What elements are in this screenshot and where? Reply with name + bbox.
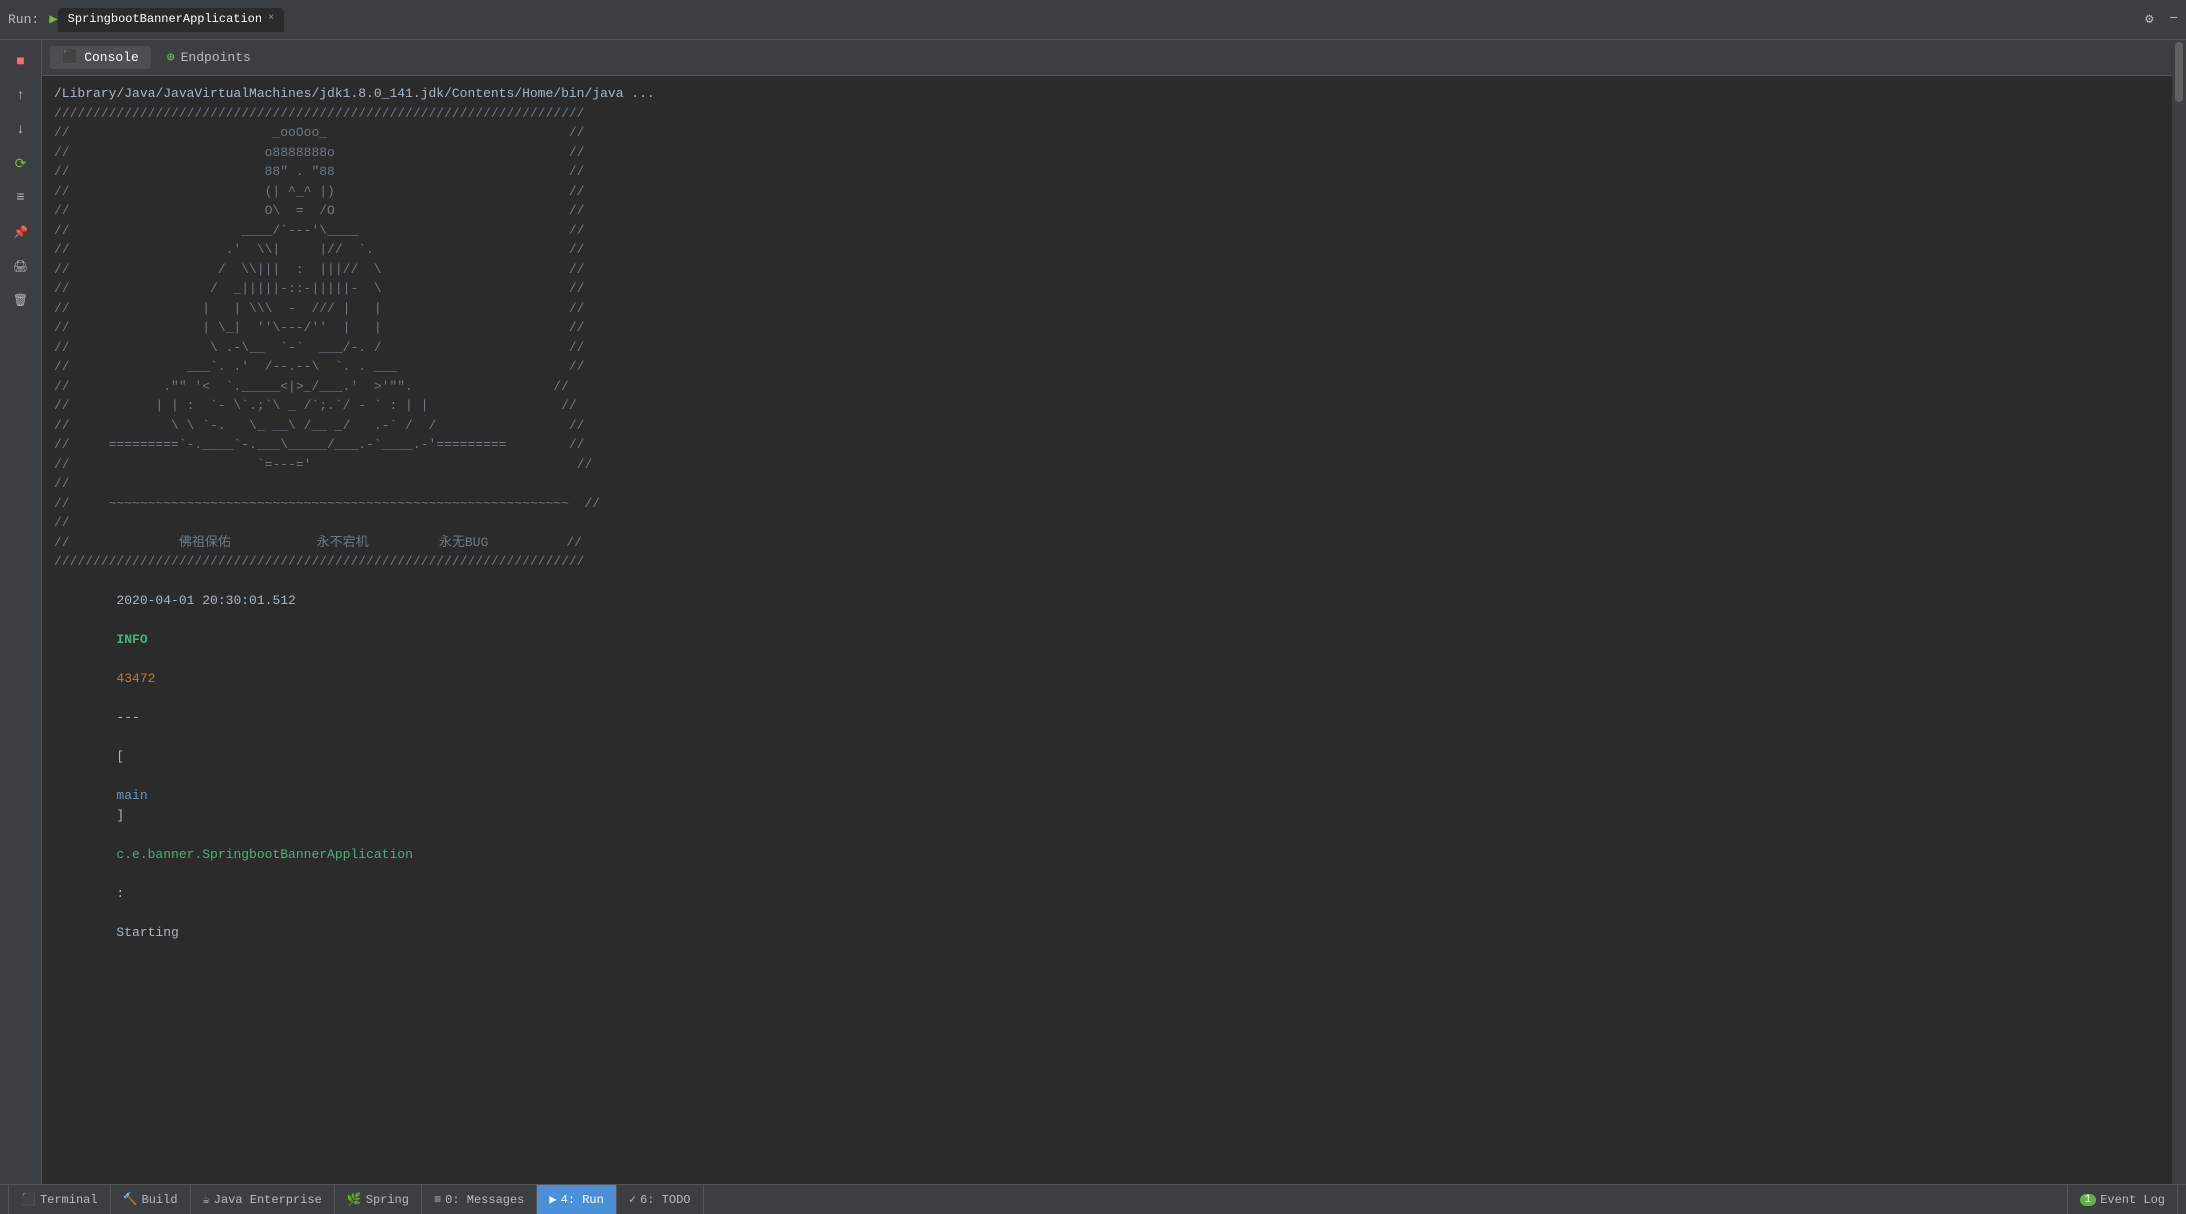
log-message: Starting [116,925,178,940]
pin-button[interactable]: 📌 [7,218,35,246]
stop-button[interactable]: ■ [7,48,35,76]
status-bar: ⬛ Terminal 🔨 Build ☕ Java Enterprise 🌿 S… [0,1184,2186,1214]
ascii-line-15: // | | : `- \`.;`\ _ /`;.`/ - ` : | | // [54,398,577,413]
event-log-label: Event Log [2100,1193,2165,1207]
log-thread: main [116,788,147,803]
ascii-line-2: // o8888888o // [54,145,585,160]
ascii-line-16: // \ \ `-. \_ __\ /__ _/ .-` / / // [54,418,585,433]
status-messages[interactable]: ≡ 0: Messages [422,1185,537,1214]
ascii-line-18: // `=---=' // [54,457,592,472]
title-bar: Run: ▶ SpringbootBannerApplication × ⚙ − [0,0,2186,40]
log-class: c.e.banner.SpringbootBannerApplication [116,847,412,862]
title-tab-close[interactable]: × [268,13,274,24]
spring-label: Spring [366,1193,409,1207]
console-output[interactable]: /Library/Java/JavaVirtualMachines/jdk1.8… [42,76,2172,1184]
log-colon: : [116,886,124,901]
log-sep: --- [116,710,139,725]
run-label: Run: [8,12,39,27]
ascii-line-19: // [54,476,70,491]
ascii-line-10: // | | \\\ - /// | | // [54,301,585,316]
ascii-line-12: // \ .-\__ `-` ___/-. / // [54,340,585,355]
todo-label: 6: TODO [640,1193,690,1207]
settings-icon[interactable]: ⚙ [2145,11,2153,28]
slash-line-end: ////////////////////////////////////////… [54,554,585,569]
ascii-line-1: // _ooOoo_ // [54,125,585,140]
tab-console[interactable]: ⬛ Console [50,46,151,69]
scroll-up-button[interactable]: ↑ [7,82,35,110]
ascii-line-8: // / \\||| : |||// \ // [54,262,585,277]
log-bracket-open: [ [116,749,124,764]
log-pid: 43472 [116,671,155,686]
ascii-line-13: // ___`. .' /--.--\ `. . ___ // [54,359,585,374]
status-event-log[interactable]: 1 Event Log [2067,1185,2178,1214]
messages-label: 0: Messages [445,1193,524,1207]
scroll-down-button[interactable]: ↓ [7,116,35,144]
status-terminal[interactable]: ⬛ Terminal [8,1185,111,1214]
tab-endpoints[interactable]: ⊕ Endpoints [155,46,263,69]
right-scrollbar[interactable] [2172,40,2186,1184]
log-level: INFO [116,632,147,647]
slash-line-1: ////////////////////////////////////////… [54,106,585,121]
todo-icon: ✓ [629,1192,636,1207]
status-spring[interactable]: 🌿 Spring [335,1185,422,1214]
ascii-line-4: // (| ^_^ |) // [54,184,585,199]
status-java-enterprise[interactable]: ☕ Java Enterprise [191,1185,335,1214]
ascii-line-11: // | \_| ''\---/'' | | // [54,320,585,335]
build-label: Build [142,1193,178,1207]
console-pre: /Library/Java/JavaVirtualMachines/jdk1.8… [54,84,2160,572]
minimize-icon[interactable]: − [2170,11,2178,28]
print-button[interactable]: 🖨 [7,252,35,280]
run-status-icon: ▶ [549,1192,556,1207]
status-todo[interactable]: ✓ 6: TODO [617,1185,704,1214]
left-toolbar: ■ ↑ ↓ ⟳ ≡ 📌 🖨 🗑 [0,40,42,1184]
ascii-line-20: // ~~~~~~~~~~~~~~~~~~~~~~~~~~~~~~~~~~~~~… [54,496,600,511]
tab-bar: ⬛ Console ⊕ Endpoints [42,40,2172,76]
ascii-line-7: // .' \\| |// `. // [54,242,585,257]
clear-button[interactable]: 🗑 [7,286,35,314]
java-enterprise-label: Java Enterprise [214,1193,322,1207]
wrap-button[interactable]: ≡ [7,184,35,212]
run-icon: ▶ [49,11,57,28]
log-line: 2020-04-01 20:30:01.512 INFO 43472 --- [… [54,572,2160,962]
log-timestamp: 2020-04-01 20:30:01.512 [116,593,295,608]
java-enterprise-icon: ☕ [203,1192,210,1207]
log-bracket-close: ] [116,808,124,823]
status-run[interactable]: ▶ 4: Run [537,1185,616,1214]
spring-icon: 🌿 [347,1192,362,1207]
title-tab[interactable]: SpringbootBannerApplication × [58,8,284,32]
title-bar-controls: ⚙ − [2145,11,2178,28]
ascii-line-3: // 88" . "88 // [54,164,585,179]
endpoints-tab-label: Endpoints [181,50,251,65]
ascii-line-6: // ____/`---'\____ // [54,223,585,238]
run-status-label: 4: Run [561,1193,604,1207]
messages-icon: ≡ [434,1193,441,1207]
ascii-line-5: // O\ = /O // [54,203,585,218]
title-app-name: SpringbootBannerApplication [68,12,262,26]
content-area: ⬛ Console ⊕ Endpoints /Library/Java/Java… [42,40,2172,1184]
ascii-line-21: // [54,515,70,530]
console-icon: ⬛ [62,50,78,65]
ascii-line-17: // =========`-.____`-.___\_____/___.-`__… [54,437,585,452]
terminal-label: Terminal [40,1193,98,1207]
endpoints-icon: ⊕ [167,50,175,65]
ascii-line-22: // 佛祖保佑 永不宕机 永无BUG // [54,535,582,550]
main-layout: ■ ↑ ↓ ⟳ ≡ 📌 🖨 🗑 ⬛ Console ⊕ Endpoints /L… [0,40,2186,1184]
rerun-button[interactable]: ⟳ [7,150,35,178]
path-line: /Library/Java/JavaVirtualMachines/jdk1.8… [54,86,655,101]
console-tab-label: Console [84,50,139,65]
terminal-icon: ⬛ [21,1192,36,1207]
event-log-badge: 1 [2080,1194,2097,1206]
status-build[interactable]: 🔨 Build [111,1185,191,1214]
ascii-line-9: // / _|||||-::-|||||- \ // [54,281,585,296]
build-icon: 🔨 [123,1192,138,1207]
ascii-line-14: // ."" '< `._____<|>_/___.' >'"". // [54,379,569,394]
scrollbar-thumb[interactable] [2175,42,2183,102]
